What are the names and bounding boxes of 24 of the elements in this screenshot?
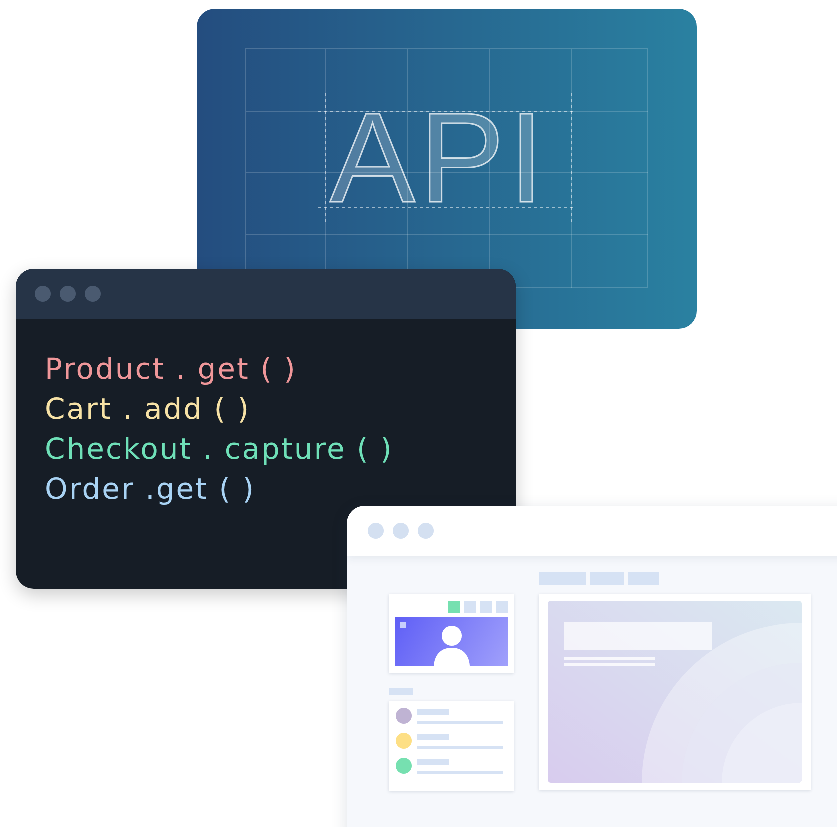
tab-placeholder[interactable] [628, 572, 659, 585]
label-placeholder [389, 688, 413, 695]
toolbar-square[interactable] [448, 601, 460, 613]
code-line: Checkout . capture ( ) [45, 431, 394, 468]
name-placeholder [417, 708, 449, 714]
code-line: Product . get ( ) [45, 351, 298, 388]
window-dot-icon [368, 523, 384, 539]
window-dot-icon [60, 286, 76, 302]
window-dot-icon [418, 523, 434, 539]
api-title: API [330, 95, 548, 223]
tab-placeholder[interactable] [539, 572, 586, 585]
code-line: Cart . add ( ) [45, 391, 252, 428]
small-square-icon [400, 622, 406, 628]
toolbar-square[interactable] [496, 601, 508, 613]
window-dot-icon [393, 523, 409, 539]
window-dot-icon [35, 286, 51, 302]
name-placeholder [417, 734, 449, 740]
code-line: Order .get ( ) [45, 471, 257, 508]
tab-placeholder[interactable] [590, 572, 624, 585]
toolbar-square[interactable] [464, 601, 476, 613]
window-dot-icon [85, 286, 101, 302]
toolbar-square[interactable] [480, 601, 492, 613]
person-silhouette-icon [432, 625, 470, 666]
name-placeholder [417, 758, 449, 764]
